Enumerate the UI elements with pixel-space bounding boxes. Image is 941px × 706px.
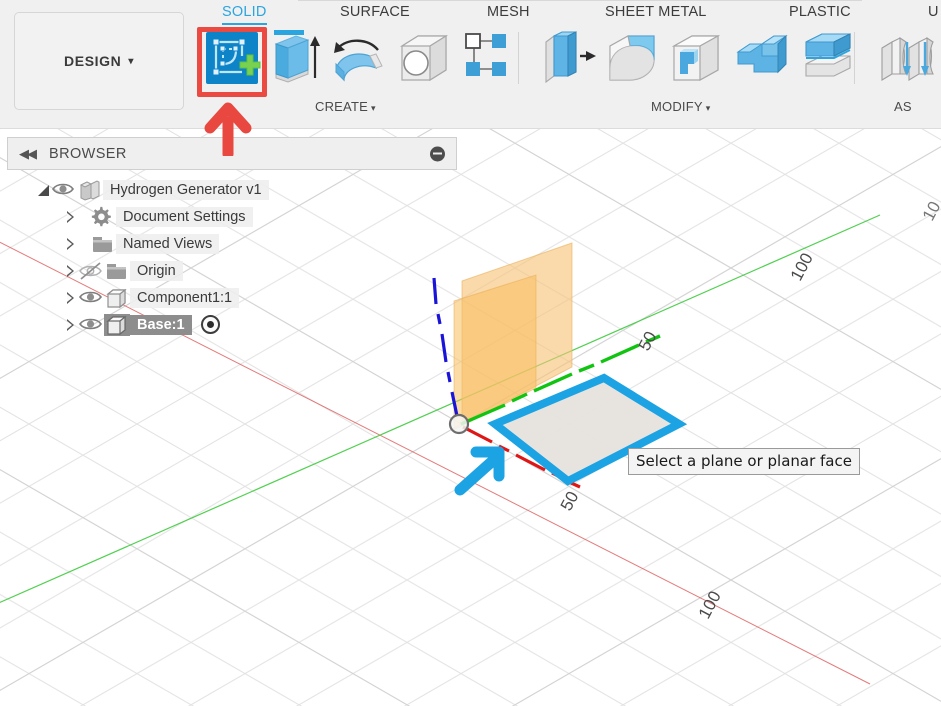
ribbon-top-rule-gap-right <box>862 0 941 2</box>
tab-mesh[interactable]: MESH <box>487 4 530 20</box>
gear-icon <box>90 206 116 228</box>
body-icon <box>104 313 130 336</box>
modify-group-label[interactable]: MODIFY ▾ <box>651 99 710 114</box>
ribbon-toolbar: DESIGN ▾ SOLID SURFACE MESH SHEET METAL … <box>0 0 941 129</box>
tab-surface[interactable]: SURFACE <box>340 4 410 20</box>
tree-item-origin[interactable]: Origin <box>7 257 457 284</box>
ribbon-top-rule-gap-left <box>0 0 298 2</box>
ribbon-tool-row <box>0 28 941 90</box>
tree-item-named-views[interactable]: Named Views <box>7 230 457 257</box>
document-icon <box>77 179 103 201</box>
split-face-tool[interactable] <box>800 28 856 93</box>
expander-closed-icon[interactable] <box>64 264 78 278</box>
tree-item-label: Hydrogen Generator v1 <box>103 179 269 200</box>
tree-item-label: Document Settings <box>116 206 253 227</box>
tab-solid[interactable]: SOLID <box>222 4 267 25</box>
tab-utilities[interactable]: U <box>928 4 939 20</box>
expander-closed-icon[interactable] <box>64 237 78 251</box>
fillet-tool[interactable] <box>604 28 660 93</box>
modify-group-text: MODIFY <box>651 99 703 114</box>
collapse-panel-icon[interactable]: ◀◀ <box>19 146 37 162</box>
shell-tool[interactable] <box>668 28 724 93</box>
selection-tooltip: Select a plane or planar face <box>628 448 860 475</box>
assemble-joint-tool[interactable] <box>876 28 938 93</box>
minimize-icon[interactable] <box>430 146 445 161</box>
expander-closed-icon[interactable] <box>64 291 78 305</box>
tree-item-label: Origin <box>130 260 183 281</box>
toolbar-divider-1 <box>518 32 519 84</box>
extrude-tool[interactable] <box>272 28 320 93</box>
body-icon <box>104 287 130 309</box>
tab-plastic-label: PLASTIC <box>789 4 851 20</box>
tab-sheet-metal[interactable]: SHEET METAL <box>605 4 707 20</box>
fusion360-window: 50 100 50 100 10 DESIGN ▾ SOLID SURFACE … <box>0 0 941 706</box>
browser-tree: Hydrogen Generator v1 Document Settings <box>7 176 457 338</box>
tab-mesh-label: MESH <box>487 4 530 20</box>
press-pull-tool[interactable] <box>540 28 596 93</box>
tree-item-label: Named Views <box>116 233 220 254</box>
visibility-eye-icon[interactable] <box>51 180 77 200</box>
assemble-group-label[interactable]: AS <box>894 99 912 114</box>
hole-tool[interactable] <box>396 28 452 93</box>
tree-item-document-settings[interactable]: Document Settings <box>7 203 457 230</box>
tab-sheet-metal-label: SHEET METAL <box>605 4 707 20</box>
browser-header: ◀◀ BROWSER <box>7 137 457 170</box>
tab-solid-label: SOLID <box>222 4 267 20</box>
create-group-label[interactable]: CREATE ▾ <box>315 99 376 114</box>
expander-open-icon[interactable] <box>37 183 51 197</box>
origin-point <box>448 413 470 435</box>
chevron-down-icon: ▾ <box>705 103 711 113</box>
create-sketch-tool[interactable] <box>202 28 262 93</box>
assemble-group-text: AS <box>894 99 912 114</box>
tab-plastic[interactable]: PLASTIC <box>789 4 851 20</box>
visibility-hidden-icon[interactable] <box>78 261 104 281</box>
browser-panel: ◀◀ BROWSER Hydrogen Generator v1 Documen… <box>7 137 457 338</box>
revolve-tool[interactable] <box>328 28 388 93</box>
tree-item-label: Base:1 <box>130 314 192 335</box>
mesh-node-tool[interactable] <box>462 28 510 89</box>
visibility-eye-icon[interactable] <box>78 315 104 335</box>
tab-surface-label: SURFACE <box>340 4 410 20</box>
tab-utilities-label: U <box>928 4 939 20</box>
folder-icon <box>90 233 116 255</box>
visibility-eye-icon[interactable] <box>78 288 104 308</box>
tree-item-label: Component1:1 <box>130 287 240 308</box>
expander-closed-icon[interactable] <box>64 210 78 224</box>
activate-component-radio[interactable] <box>200 315 220 334</box>
create-group-text: CREATE <box>315 99 368 114</box>
tree-item-hydrogen-generator[interactable]: Hydrogen Generator v1 <box>7 176 457 203</box>
tree-item-component1[interactable]: Component1:1 <box>7 284 457 311</box>
combine-tool[interactable] <box>734 28 790 93</box>
chevron-down-icon: ▾ <box>370 103 376 113</box>
tree-item-base1[interactable]: Base:1 <box>7 311 457 338</box>
browser-title: BROWSER <box>49 145 127 162</box>
folder-icon <box>104 260 130 282</box>
toolbar-divider-2 <box>854 32 855 84</box>
ribbon-tabs: SOLID SURFACE MESH SHEET METAL PLASTIC U <box>0 4 941 30</box>
expander-closed-icon[interactable] <box>64 318 78 332</box>
